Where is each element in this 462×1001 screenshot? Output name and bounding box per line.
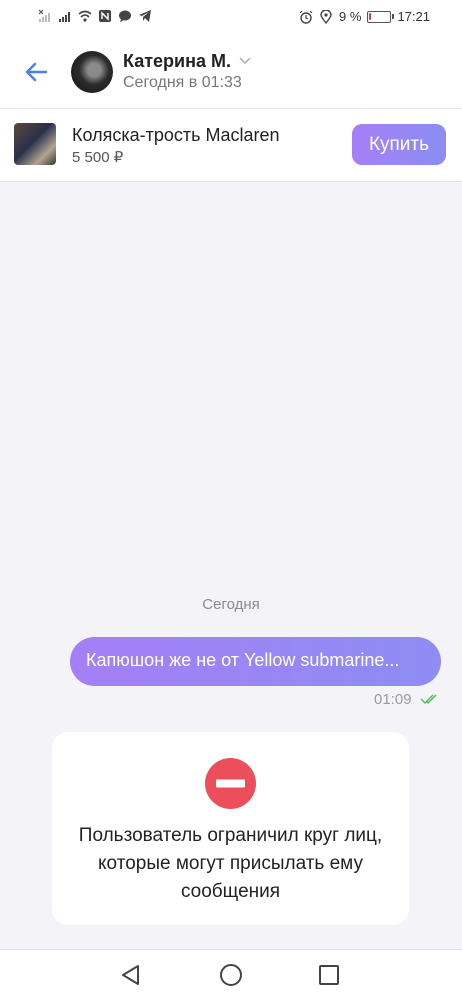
last-seen: Сегодня в 01:33 xyxy=(123,74,242,91)
product-bar[interactable]: Коляска-трость Maclaren 5 500 ₽ Купить xyxy=(0,109,462,182)
chat-area[interactable]: Сегодня Капюшон же не от Yellow submarin… xyxy=(0,182,462,949)
battery-fill xyxy=(369,12,372,20)
status-time: 17:21 xyxy=(397,9,430,24)
outgoing-message[interactable]: Капюшон же не от Yellow submarine... xyxy=(70,637,441,686)
signal-icon xyxy=(59,12,70,22)
product-thumbnail[interactable] xyxy=(14,123,56,165)
product-price: 5 500 ₽ xyxy=(72,149,124,166)
buy-button[interactable]: Купить xyxy=(352,124,446,165)
chat-header: Катерина М. Сегодня в 01:33 xyxy=(0,36,462,109)
status-bar: 9 % 17:21 xyxy=(0,0,462,36)
product-title[interactable]: Коляска-трость Maclaren xyxy=(72,125,280,146)
message-time: 01:09 xyxy=(374,691,412,708)
wifi-icon xyxy=(78,10,92,22)
battery-icon xyxy=(367,10,395,23)
status-right: 9 % 17:21 xyxy=(299,9,430,24)
date-separator: Сегодня xyxy=(202,596,260,613)
status-left xyxy=(38,9,152,23)
arrow-left-icon[interactable] xyxy=(20,56,52,88)
stop-icon xyxy=(205,758,256,809)
battery-percent: 9 % xyxy=(339,9,362,24)
system-nav-bar xyxy=(0,949,462,1001)
location-icon xyxy=(320,9,332,24)
notice-text: Пользователь ограничил круг лиц, которые… xyxy=(78,825,383,902)
signal-off-icon xyxy=(38,9,50,22)
contact-name[interactable]: Катерина М. xyxy=(123,51,231,72)
nfc-icon xyxy=(99,10,111,22)
message-text: Капюшон же не от Yellow submarine... xyxy=(86,650,400,670)
recents-square-icon[interactable] xyxy=(316,962,342,988)
chevron-down-icon[interactable] xyxy=(239,56,251,66)
avatar[interactable] xyxy=(71,51,113,93)
chat-bubble-icon xyxy=(119,10,131,22)
restriction-notice: Пользователь ограничил круг лиц, которые… xyxy=(52,732,409,925)
double-check-icon xyxy=(420,694,437,705)
back-triangle-icon[interactable] xyxy=(118,962,144,988)
alarm-icon xyxy=(299,10,313,24)
telegram-icon xyxy=(139,10,151,22)
home-circle-icon[interactable] xyxy=(218,962,244,988)
